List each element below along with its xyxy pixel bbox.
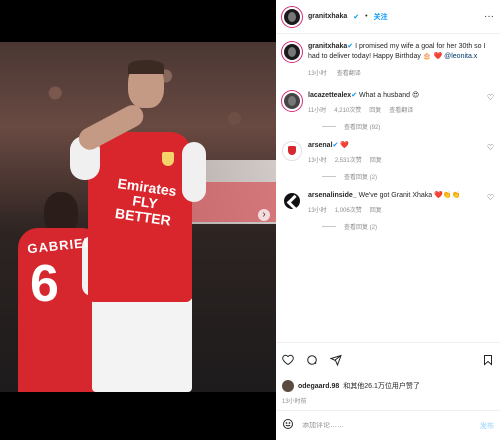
comment-text: arsenal✔ ❤️ bbox=[308, 141, 494, 151]
comment-body: arsenalinside_ We've got Granit Xhaka ❤️… bbox=[308, 191, 494, 231]
avatar[interactable] bbox=[282, 191, 302, 211]
comment-content: ❤️ bbox=[338, 142, 350, 149]
share-icon[interactable] bbox=[330, 354, 342, 366]
more-options-icon[interactable]: ··· bbox=[484, 11, 494, 22]
comment-content: We've got Granit Xhaka ❤️👏👏 bbox=[356, 192, 461, 199]
player-main: Emirates FLY BETTER bbox=[70, 60, 210, 392]
caption-time: 13小时 bbox=[308, 71, 327, 77]
player-main-hair bbox=[128, 60, 164, 74]
player-back-number: 6 bbox=[30, 255, 59, 313]
comment-meta: 11小时 4,210次赞 回复 查看翻译 bbox=[308, 105, 494, 114]
comment-input[interactable] bbox=[302, 422, 472, 429]
comment-likes[interactable]: 1,006次赞 bbox=[335, 205, 362, 214]
post-header: granitxhaka ✔ • 关注 ··· bbox=[276, 0, 500, 34]
post-panel: granitxhaka ✔ • 关注 ··· granitxhaka✔ I pr… bbox=[276, 0, 500, 440]
likes-text[interactable]: 和其他26.1万位用户赞了 bbox=[343, 381, 420, 391]
club-crest bbox=[162, 152, 174, 166]
avatar[interactable] bbox=[282, 91, 302, 111]
post-modal: GABRIEL 6 Emirates FLY BETTER › granitxh… bbox=[0, 0, 500, 440]
post-photo[interactable]: GABRIEL 6 Emirates FLY BETTER bbox=[0, 42, 276, 392]
translate-link[interactable]: 查看翻译 bbox=[337, 68, 361, 77]
bookmark-icon[interactable] bbox=[482, 354, 494, 366]
post-media: GABRIEL 6 Emirates FLY BETTER › bbox=[0, 0, 276, 440]
action-bar bbox=[276, 342, 500, 376]
comment-time: 13小时 bbox=[308, 208, 327, 214]
post-caption: granitxhaka✔ I promised my wife a goal f… bbox=[282, 42, 494, 77]
header-separator: • bbox=[365, 13, 368, 20]
view-replies-button[interactable]: 查看回复 (2) bbox=[322, 222, 494, 231]
comment-time: 13小时 bbox=[308, 158, 327, 164]
comment-text: arsenalinside_ We've got Granit Xhaka ❤️… bbox=[308, 191, 494, 201]
view-replies-button[interactable]: 查看回复 (2) bbox=[322, 172, 494, 181]
reply-button[interactable]: 回复 bbox=[370, 155, 382, 164]
comment-time: 11小时 bbox=[308, 108, 327, 114]
comment-like-icon[interactable]: ♡ bbox=[487, 93, 494, 102]
comment-username[interactable]: arsenalinside_ bbox=[308, 192, 357, 199]
comment-body: lacazettealex✔ What a husband 😍 11小时 4,2… bbox=[308, 91, 494, 131]
comments-list[interactable]: granitxhaka✔ I promised my wife a goal f… bbox=[276, 34, 500, 342]
comment-text: lacazettealex✔ What a husband 😍 bbox=[308, 91, 494, 101]
comment-username[interactable]: arsenal bbox=[308, 142, 333, 149]
likes-summary: odegaard.98 和其他26.1万位用户赞了 bbox=[276, 376, 500, 396]
comment-likes[interactable]: 4,210次赞 bbox=[334, 105, 361, 114]
verified-icon: ✔ bbox=[353, 13, 360, 21]
add-comment-bar: 发布 bbox=[276, 410, 500, 440]
comment-meta: 13小时 2,531次赞 回复 bbox=[308, 155, 494, 164]
header-username[interactable]: granitxhaka bbox=[308, 13, 347, 20]
follow-button[interactable]: 关注 bbox=[374, 12, 388, 22]
comment-like-icon[interactable]: ♡ bbox=[487, 193, 494, 202]
avatar[interactable] bbox=[282, 380, 294, 392]
view-replies-button[interactable]: 查看回复 (92) bbox=[322, 122, 494, 131]
reply-button[interactable]: 回复 bbox=[369, 105, 381, 114]
reply-button[interactable]: 回复 bbox=[370, 205, 382, 214]
heart-icon[interactable] bbox=[282, 354, 294, 366]
comment-like-icon[interactable]: ♡ bbox=[487, 143, 494, 152]
caption-body: granitxhaka✔ I promised my wife a goal f… bbox=[308, 42, 494, 77]
comment-meta: 13小时 1,006次赞 回复 bbox=[308, 205, 494, 214]
comment-username[interactable]: lacazettealex bbox=[308, 92, 351, 99]
comment-item: arsenal✔ ❤️ 13小时 2,531次赞 回复 查看回复 (2) ♡ bbox=[282, 141, 494, 181]
post-comment-button[interactable]: 发布 bbox=[480, 421, 494, 431]
caption-meta: 13小时 查看翻译 bbox=[308, 68, 494, 77]
avatar[interactable] bbox=[282, 42, 302, 62]
avatar[interactable] bbox=[282, 141, 302, 161]
comment-icon[interactable] bbox=[306, 354, 318, 366]
likes-username[interactable]: odegaard.98 bbox=[298, 383, 339, 390]
caption-mention[interactable]: @leonita.x bbox=[444, 53, 477, 60]
caption-text: granitxhaka✔ I promised my wife a goal f… bbox=[308, 42, 494, 62]
comment-content: What a husband 😍 bbox=[357, 92, 420, 99]
avatar[interactable] bbox=[282, 6, 302, 27]
post-time[interactable]: 13小时前 bbox=[276, 396, 500, 410]
caption-username[interactable]: granitxhaka bbox=[308, 43, 347, 50]
comment-item: lacazettealex✔ What a husband 😍 11小时 4,2… bbox=[282, 91, 494, 131]
comment-body: arsenal✔ ❤️ 13小时 2,531次赞 回复 查看回复 (2) bbox=[308, 141, 494, 181]
translate-link[interactable]: 查看翻译 bbox=[389, 105, 413, 114]
comment-item: arsenalinside_ We've got Granit Xhaka ❤️… bbox=[282, 191, 494, 231]
carousel-next-button[interactable]: › bbox=[258, 209, 270, 221]
comment-likes[interactable]: 2,531次赞 bbox=[335, 155, 362, 164]
emoji-icon[interactable] bbox=[282, 417, 294, 435]
player-main-shorts bbox=[92, 296, 192, 392]
